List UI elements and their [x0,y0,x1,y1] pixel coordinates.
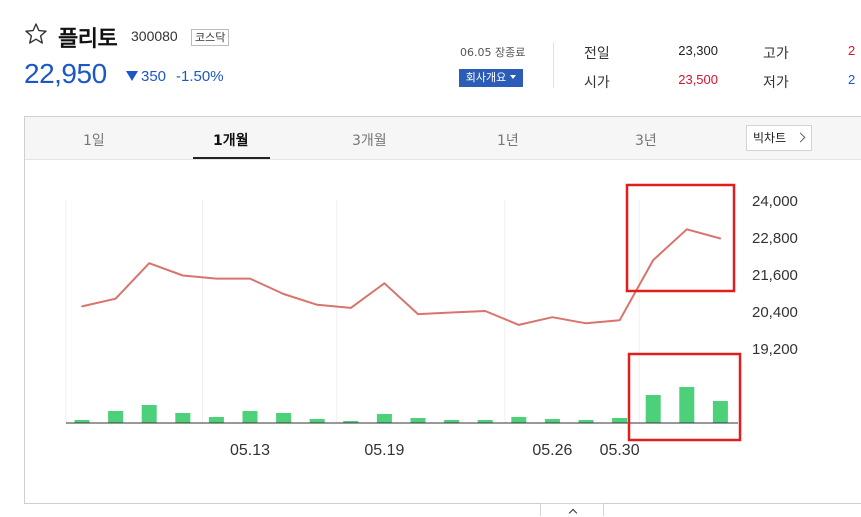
price-point [383,282,386,285]
volume-bar [141,405,157,423]
volume-bar [175,413,191,423]
x-tick-label: 05.13 [230,442,270,459]
price-point [249,277,251,280]
collapse-chart-button[interactable] [540,503,604,517]
x-tick-label: 05.30 [600,442,640,459]
price-point [484,310,487,312]
y-tick-label: 19,200 [752,341,798,358]
volume-bar [679,387,695,423]
volume-bar [276,413,292,423]
price-point [686,228,688,231]
volume-bar [208,417,224,423]
volume-bar [108,411,124,423]
price-point [518,324,520,326]
volume-bar [645,395,661,423]
price-line [81,228,721,326]
y-tick-label: 22,800 [752,230,798,247]
volume-bar [712,401,728,423]
volume-bar [544,419,560,423]
price-point [316,304,319,306]
volume-bar [309,419,325,423]
price-point [585,322,587,325]
price-point [215,277,218,280]
price-point [719,237,722,240]
price-point [114,297,117,300]
price-point [618,319,621,322]
volume-bar [242,411,258,423]
volume-bar [612,418,628,423]
y-tick-label: 24,000 [752,193,798,210]
price-point [182,274,184,277]
price-point [148,262,150,265]
x-tick-label: 05.26 [532,442,572,459]
y-tick-label: 20,400 [752,304,798,321]
volume-bar [511,417,527,423]
price-point [417,313,419,315]
price-point [81,305,83,308]
price-chart: 24,000 22,800 21,600 20,400 19,200 05.13 05.19… [65,183,798,459]
price-point [551,316,554,318]
volume-bar [410,418,426,423]
y-tick-label: 21,600 [752,267,798,284]
price-point [652,259,654,261]
price-point [450,311,453,314]
x-tick-label: 05.19 [364,442,404,459]
price-point [282,293,285,295]
volume-bar [376,414,392,423]
price-point [350,307,352,309]
